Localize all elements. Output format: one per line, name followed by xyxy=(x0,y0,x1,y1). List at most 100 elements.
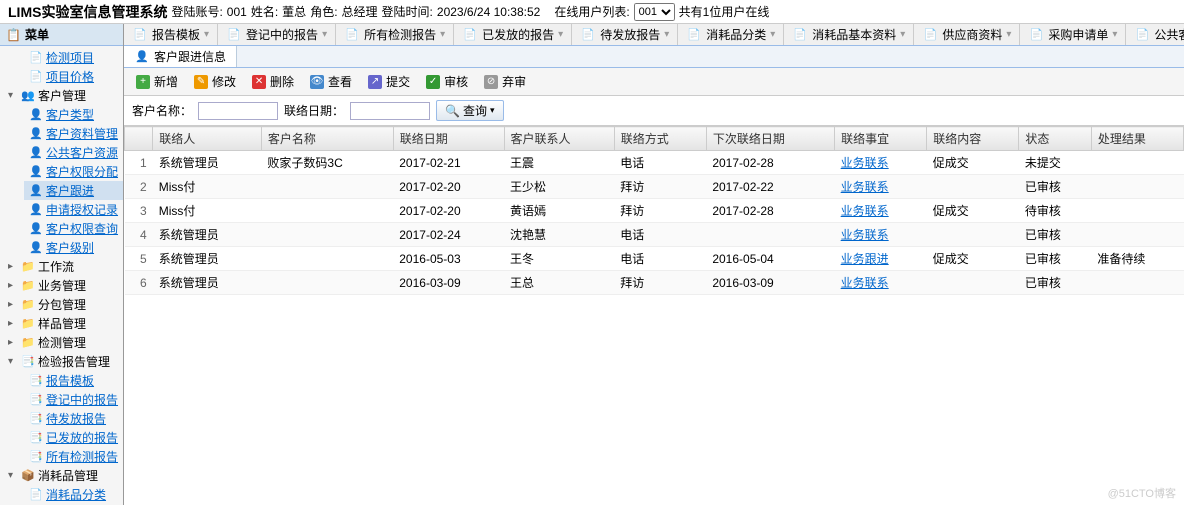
user-icon: 👤 xyxy=(28,203,44,217)
delete-button[interactable]: ✕删除 xyxy=(248,71,298,92)
tab[interactable]: 📄采购申请单▾ xyxy=(1020,24,1126,45)
close-icon[interactable]: ▾ xyxy=(322,29,327,40)
table-cell: 未提交 xyxy=(1019,151,1091,175)
reject-button[interactable]: ⊘弃审 xyxy=(480,71,530,92)
tab[interactable]: 📄消耗品分类▾ xyxy=(678,24,784,45)
sidebar-item[interactable]: 📑所有检测报告 xyxy=(24,447,123,466)
close-icon[interactable]: ▾ xyxy=(558,29,563,40)
column-header[interactable]: 联络内容 xyxy=(927,127,1019,151)
sidebar-item[interactable]: ▸📁业务管理 xyxy=(0,276,123,295)
sidebar-item[interactable]: 👤客户级别 xyxy=(24,238,123,257)
header-bar: LIMS实验室信息管理系统 登陆账号: 001 姓名: 董总 角色: 总经理 登… xyxy=(0,0,1184,24)
doc-icon: 📄 xyxy=(28,70,44,84)
sidebar-item[interactable]: 📑报告模板 xyxy=(24,371,123,390)
column-header[interactable]: 联络事宜 xyxy=(835,127,927,151)
customer-name-input[interactable] xyxy=(198,102,278,120)
table-cell: 2016-03-09 xyxy=(706,271,834,295)
sidebar-item[interactable]: 👤客户权限查询 xyxy=(24,219,123,238)
column-header[interactable]: 联络人 xyxy=(153,127,262,151)
column-header[interactable]: 处理结果 xyxy=(1091,127,1183,151)
report-icon: 📑 xyxy=(20,355,36,369)
table-cell xyxy=(706,223,834,247)
column-header[interactable]: 客户名称 xyxy=(261,127,393,151)
sidebar-item[interactable]: 📄消耗品分类 xyxy=(24,485,123,504)
toolbar: +新增 ✎修改 ✕删除 👁查看 ↗提交 ✓审核 ⊘弃审 xyxy=(124,68,1184,96)
expand-icon: ▸ xyxy=(8,261,18,272)
sidebar-item[interactable]: 👤申请授权记录 xyxy=(24,200,123,219)
sub-tab-followup[interactable]: 👤 客户跟进信息 xyxy=(124,46,237,67)
form-icon: 📋 xyxy=(6,28,21,42)
add-button[interactable]: +新增 xyxy=(132,71,182,92)
sidebar-item[interactable]: ▸📁样品管理 xyxy=(0,314,123,333)
table-row[interactable]: 4系统管理员2017-02-24沈艳慧电话业务联系已审核 xyxy=(125,223,1184,247)
tab[interactable]: 📄登记中的报告▾ xyxy=(218,24,336,45)
sidebar-item-consumables[interactable]: ▾📦消耗品管理 xyxy=(0,466,123,485)
column-header[interactable]: 下次联络日期 xyxy=(706,127,834,151)
sidebar-item[interactable]: 👤客户跟进 xyxy=(24,181,123,200)
close-icon[interactable]: ▾ xyxy=(204,29,209,40)
table-row[interactable]: 2Miss付2017-02-20王少松拜访2017-02-22业务联系已审核 xyxy=(125,175,1184,199)
column-header[interactable]: 状态 xyxy=(1019,127,1091,151)
tab[interactable]: 📄供应商资料▾ xyxy=(914,24,1020,45)
tab[interactable]: 📄消耗品基本资料▾ xyxy=(784,24,914,45)
table-row[interactable]: 6系统管理员2016-03-09王总拜访2016-03-09业务联系已审核 xyxy=(125,271,1184,295)
query-button[interactable]: 🔍查询▾ xyxy=(436,100,504,121)
user-icon: 👤 xyxy=(134,50,150,64)
table-row[interactable]: 3Miss付2017-02-20黄语嫣拜访2017-02-28业务联系促成交待审… xyxy=(125,199,1184,223)
edit-button[interactable]: ✎修改 xyxy=(190,71,240,92)
close-icon[interactable]: ▾ xyxy=(440,29,445,40)
sidebar-item[interactable]: 👤客户权限分配 xyxy=(24,162,123,181)
sidebar-item[interactable]: 👤客户资料管理 xyxy=(24,124,123,143)
sidebar-item[interactable]: 📄检测项目 xyxy=(24,48,123,67)
tab[interactable]: 📄所有检测报告▾ xyxy=(336,24,454,45)
user-icon: 👤 xyxy=(28,222,44,236)
close-icon[interactable]: ▾ xyxy=(1112,29,1117,40)
table-cell xyxy=(261,271,393,295)
column-header[interactable] xyxy=(125,127,153,151)
sidebar-item-report-mgmt[interactable]: ▾📑检验报告管理 xyxy=(0,352,123,371)
sidebar-item[interactable]: 👤客户类型 xyxy=(24,105,123,124)
table-cell: 沈艳慧 xyxy=(504,223,614,247)
sidebar-item[interactable]: 📑登记中的报告 xyxy=(24,390,123,409)
sidebar-item[interactable]: 📑待发放报告 xyxy=(24,409,123,428)
tab[interactable]: 📄公共客户资源▾ xyxy=(1126,24,1184,45)
folder-icon: 📁 xyxy=(20,336,36,350)
table-cell xyxy=(261,175,393,199)
column-header[interactable]: 联络方式 xyxy=(614,127,706,151)
table-row[interactable]: 1系统管理员败家子数码3C2017-02-21王震电话2017-02-28业务联… xyxy=(125,151,1184,175)
sidebar-item[interactable]: ▸📁分包管理 xyxy=(0,295,123,314)
column-header[interactable]: 客户联系人 xyxy=(504,127,614,151)
audit-button[interactable]: ✓审核 xyxy=(422,71,472,92)
table-cell: 2017-02-20 xyxy=(393,199,504,223)
search-bar: 客户名称： 联络日期： 🔍查询▾ xyxy=(124,96,1184,126)
column-header[interactable]: 联络日期 xyxy=(393,127,504,151)
user-icon: 👤 xyxy=(28,165,44,179)
contact-date-input[interactable] xyxy=(350,102,430,120)
check-icon: ✓ xyxy=(426,75,440,89)
sidebar-item[interactable]: ▸📁检测管理 xyxy=(0,333,123,352)
collapse-icon: ▾ xyxy=(8,90,18,101)
sidebar-item[interactable]: 📑已发放的报告 xyxy=(24,428,123,447)
table-row[interactable]: 5系统管理员2016-05-03王冬电话2016-05-04业务跟进促成交已审核… xyxy=(125,247,1184,271)
tab[interactable]: 📄已发放的报告▾ xyxy=(454,24,572,45)
tab[interactable]: 📄报告模板▾ xyxy=(124,24,218,45)
table-cell: 2017-02-28 xyxy=(706,199,834,223)
submit-button[interactable]: ↗提交 xyxy=(364,71,414,92)
table-cell: 败家子数码3C xyxy=(261,151,393,175)
sidebar-item[interactable]: 👤公共客户资源 xyxy=(24,143,123,162)
online-users-select[interactable]: 001 xyxy=(634,3,675,21)
close-icon[interactable]: ▾ xyxy=(1006,29,1011,40)
sidebar-item[interactable]: 📄项目价格 xyxy=(24,67,123,86)
table-cell: 2017-02-21 xyxy=(393,151,504,175)
collapse-icon: ▾ xyxy=(8,470,18,481)
close-icon[interactable]: ▾ xyxy=(900,29,905,40)
tab-icon: 📄 xyxy=(1028,28,1044,42)
sidebar-item[interactable]: ▸📁工作流 xyxy=(0,257,123,276)
sidebar-item-customer-mgmt[interactable]: ▾👥客户管理 xyxy=(0,86,123,105)
view-button[interactable]: 👁查看 xyxy=(306,71,356,92)
close-icon[interactable]: ▾ xyxy=(770,29,775,40)
tab-icon: 📄 xyxy=(462,28,478,42)
table-cell: 已审核 xyxy=(1019,271,1091,295)
tab[interactable]: 📄待发放报告▾ xyxy=(572,24,678,45)
close-icon[interactable]: ▾ xyxy=(664,29,669,40)
